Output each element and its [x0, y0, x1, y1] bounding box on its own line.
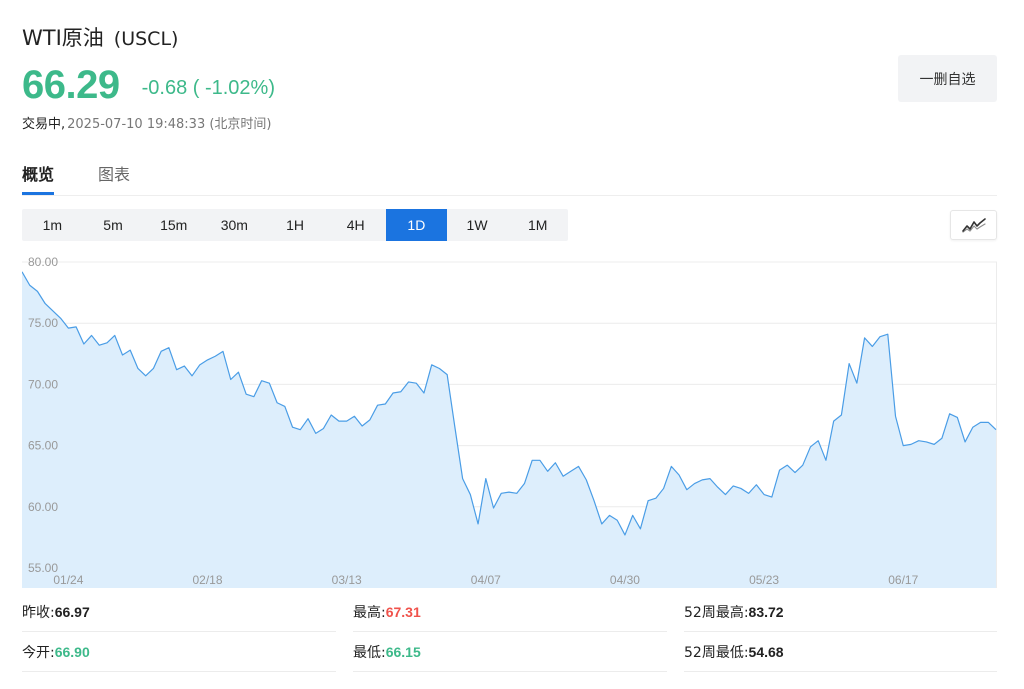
- stat-label: 52周最高:: [684, 605, 749, 621]
- interval-1h-button[interactable]: 1H: [265, 209, 326, 241]
- y-tick-label: 75.00: [28, 316, 58, 330]
- stat-label: 最高:: [353, 605, 386, 621]
- chart-type-button[interactable]: [950, 210, 997, 240]
- stat-52w-high: 52周最高: 83.72: [684, 592, 997, 632]
- remove-watchlist-button[interactable]: 一删自选: [898, 55, 997, 102]
- stat-value: 54.68: [748, 644, 784, 660]
- interval-1mo-button[interactable]: 1M: [507, 209, 568, 241]
- price-area: [22, 271, 996, 588]
- quote-timestamp: 2025-07-10 19:48:33 (北京时间): [67, 116, 272, 132]
- stat-52w-low: 52周最低: 54.68: [684, 632, 997, 672]
- stats-row: 今开: 66.90 最低: 66.15 52周最低: 54.68: [22, 632, 997, 672]
- stat-label: 52周最低:: [684, 645, 749, 661]
- tab-overview[interactable]: 概览: [22, 158, 55, 195]
- instrument-name: WTI原油: [22, 26, 104, 50]
- price-change: -0.68 ( -1.02%): [141, 76, 275, 99]
- stats-row: 昨收: 66.97 最高: 67.31 52周最高: 83.72: [22, 592, 997, 632]
- interval-4h-button[interactable]: 4H: [325, 209, 386, 241]
- x-tick-label: 01/24: [53, 573, 83, 587]
- y-tick-label: 70.00: [28, 377, 58, 391]
- interval-1w-button[interactable]: 1W: [447, 209, 508, 241]
- interval-1d-button[interactable]: 1D: [386, 209, 447, 241]
- last-price: 66.29: [22, 62, 120, 107]
- stat-high: 最高: 67.31: [353, 592, 667, 632]
- stat-value: 66.97: [54, 604, 90, 620]
- interval-5m-button[interactable]: 5m: [83, 209, 144, 241]
- stat-label: 今开:: [22, 645, 55, 661]
- x-tick-label: 05/23: [749, 573, 779, 587]
- trading-status-row: 交易中, 2025-07-10 19:48:33 (北京时间): [22, 112, 272, 132]
- line-chart-icon: [961, 218, 986, 233]
- stat-label: 昨收:: [22, 605, 55, 621]
- x-tick-label: 02/18: [193, 573, 223, 587]
- x-tick-label: 03/13: [332, 573, 362, 587]
- stat-value: 83.72: [748, 604, 784, 620]
- interval-30m-button[interactable]: 30m: [204, 209, 265, 241]
- y-tick-label: 80.00: [28, 255, 58, 269]
- stat-prev-close: 昨收: 66.97: [22, 592, 336, 632]
- price-chart[interactable]: 80.00 75.00 70.00 65.00 60.00 55.00 01/24 02/18…: [22, 255, 997, 588]
- interval-selector: 1m 5m 15m 30m 1H 4H 1D 1W 1M: [22, 209, 568, 241]
- instrument-header: WTI原油 (USCL): [22, 22, 178, 54]
- main-tabs: 概览 图表: [22, 158, 997, 196]
- y-tick-label: 65.00: [28, 439, 58, 453]
- stat-value: 67.31: [385, 604, 421, 620]
- tab-chart[interactable]: 图表: [98, 158, 130, 195]
- trading-status: 交易中,: [22, 116, 66, 132]
- y-tick-label: 60.00: [28, 500, 58, 514]
- x-tick-label: 04/07: [471, 573, 501, 587]
- stat-value: 66.90: [54, 644, 90, 660]
- x-tick-label: 04/30: [610, 573, 640, 587]
- instrument-code: (USCL): [113, 28, 179, 50]
- stat-open: 今开: 66.90: [22, 632, 336, 672]
- stat-value: 66.15: [385, 644, 421, 660]
- interval-15m-button[interactable]: 15m: [143, 209, 204, 241]
- price-chart-svg: 80.0075.0070.0065.0060.0055.0001/24 02/18…: [22, 255, 997, 588]
- price-row: 66.29 -0.68 ( -1.02%): [22, 62, 275, 108]
- stat-low: 最低: 66.15: [353, 632, 667, 672]
- stat-label: 最低:: [353, 645, 386, 661]
- quote-stats: 昨收: 66.97 最高: 67.31 52周最高: 83.72 今开: 66.…: [22, 592, 997, 672]
- x-tick-label: 06/17: [888, 573, 918, 587]
- interval-1m-button[interactable]: 1m: [22, 209, 83, 241]
